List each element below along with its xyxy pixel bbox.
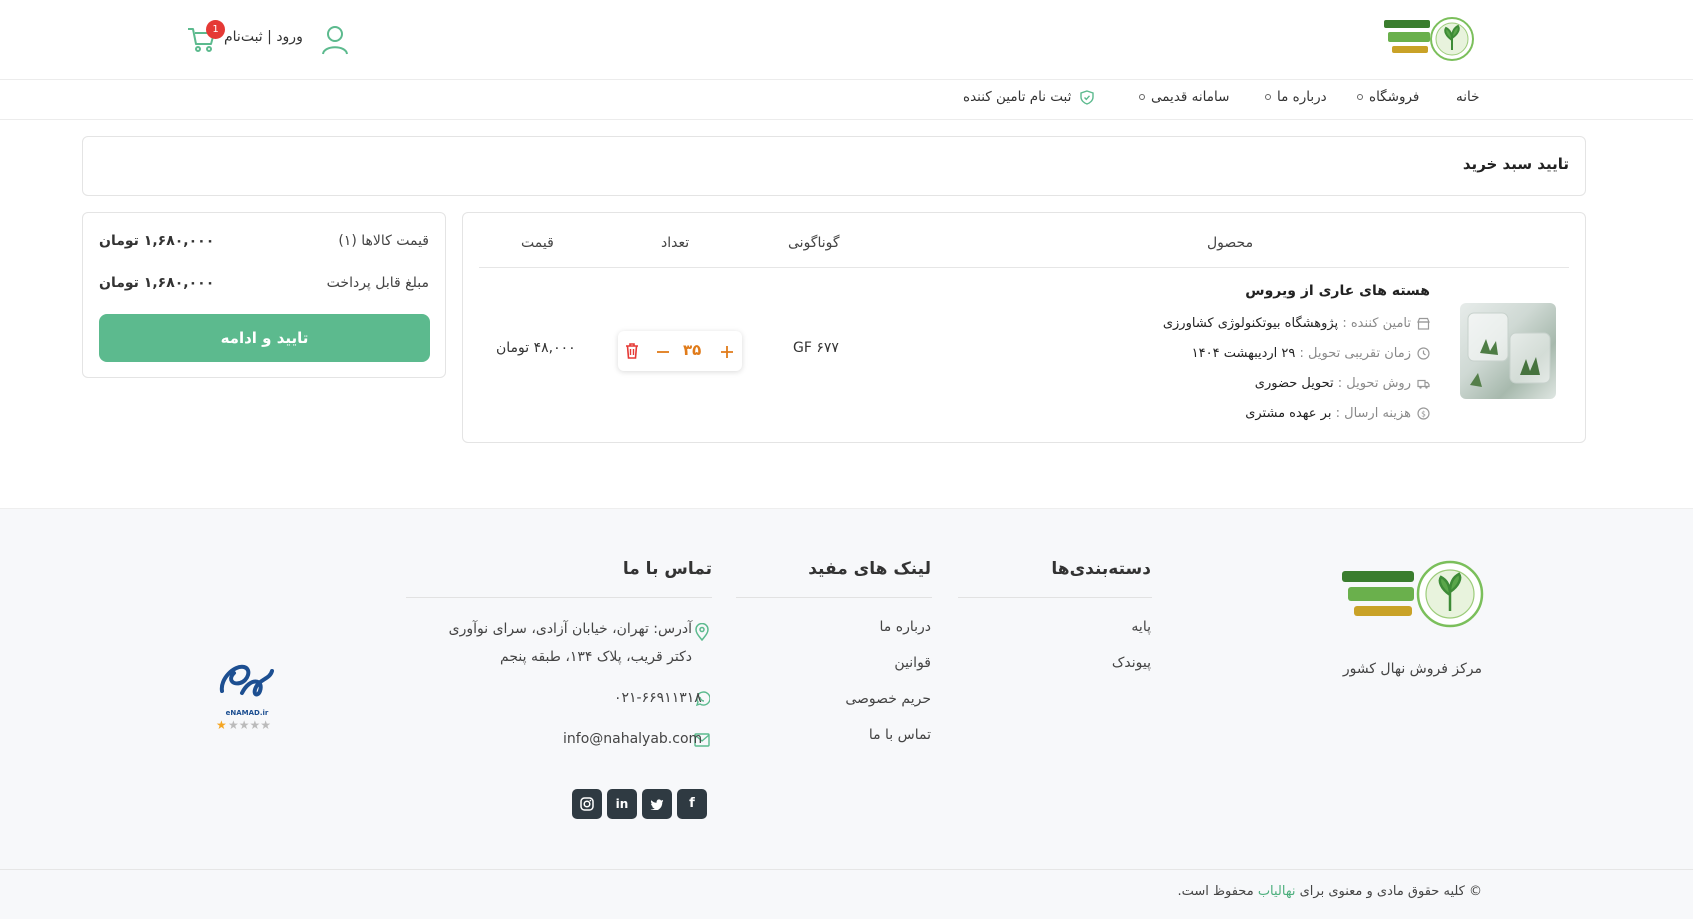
login-register-link[interactable]: ورود | ثبت‌نام: [224, 29, 303, 45]
minus-icon[interactable]: [656, 345, 670, 359]
footer-link-contact[interactable]: تماس با ما: [869, 727, 931, 743]
cart-count-badge: 1: [206, 20, 225, 39]
user-area: 1 ورود | ثبت‌نام: [186, 20, 354, 58]
svg-text:$: $: [1421, 409, 1426, 418]
instagram-icon[interactable]: [572, 789, 602, 819]
dollar-icon: $: [1417, 407, 1430, 420]
confirm-continue-button[interactable]: تایید و ادامه: [99, 314, 430, 362]
footer-address-line1: آدرس: تهران، خیابان آزادی، سرای نوآوری: [448, 621, 692, 637]
delivery-method-value: تحویل حضوری: [1254, 376, 1334, 391]
item-price: ۴۸,۰۰۰ تومان: [496, 340, 576, 356]
product-name[interactable]: هسته های عاری از ویروس: [1245, 283, 1430, 299]
column-header-price: قیمت: [521, 235, 554, 251]
dropdown-dot-icon: [1265, 94, 1271, 100]
store-icon: [1417, 317, 1430, 330]
footer-divider: [736, 597, 932, 598]
user-icon[interactable]: [320, 24, 352, 56]
column-header-product: محصول: [1207, 235, 1254, 251]
svg-text:★: ★: [216, 718, 227, 732]
brand-link[interactable]: نهالیاب: [1258, 884, 1296, 899]
footer-links-title: لینک های مفید: [808, 559, 931, 579]
footer-address-line2: دکتر قریب، پلاک ۱۳۴، طبقه پنجم: [500, 649, 692, 665]
order-summary: قیمت کالاها (۱) ۱,۶۸۰,۰۰۰ تومان مبلغ قاب…: [82, 212, 446, 378]
column-header-variant: گوناگونی: [788, 235, 840, 251]
footer-logo[interactable]: [1338, 559, 1484, 629]
dropdown-dot-icon: [1139, 94, 1145, 100]
dropdown-dot-icon: [1357, 94, 1363, 100]
footer-phone[interactable]: ۰۲۱-۶۶۹۱۱۳۱۸: [614, 690, 702, 706]
nav-item-shop[interactable]: فروشگاه: [1357, 89, 1419, 105]
nav-item-home[interactable]: خانه: [1456, 89, 1479, 105]
trash-icon[interactable]: [624, 342, 640, 360]
payable-value: ۱,۶۸۰,۰۰۰ تومان: [99, 275, 215, 291]
shield-icon: [1079, 89, 1094, 105]
delivery-time-row: زمان تقریبی تحویل : ۲۹ اردیبهشت ۱۴۰۴: [1192, 346, 1430, 361]
table-divider: [479, 267, 1569, 268]
site-logo[interactable]: [1382, 14, 1476, 64]
svg-text:★★★★: ★★★★: [228, 718, 271, 732]
delivery-time-value: ۲۹ اردیبهشت ۱۴۰۴: [1191, 346, 1296, 361]
footer-contact-title: تماس با ما: [622, 559, 712, 579]
delivery-method-row: روش تحویل : تحویل حضوری: [1255, 376, 1430, 391]
footer-link-rules[interactable]: قوانین: [894, 655, 931, 671]
cart-icon[interactable]: 1: [186, 20, 225, 56]
truck-icon: [1417, 379, 1430, 389]
site-header: 1 ورود | ثبت‌نام: [0, 0, 1693, 80]
items-price-value: ۱,۶۸۰,۰۰۰ تومان: [99, 233, 215, 249]
column-header-quantity: تعداد: [661, 235, 690, 251]
payable-label: مبلغ قابل پرداخت: [326, 275, 429, 291]
nav-item-supplier-signup[interactable]: ثبت نام تامین کننده: [963, 89, 1094, 105]
footer-email[interactable]: info@nahalyab.com: [563, 731, 702, 747]
site-footer: مرکز فروش نهال کشور دسته‌بندی‌ها پایه پی…: [0, 508, 1693, 919]
footer-categories-title: دسته‌بندی‌ها: [1051, 559, 1151, 579]
copyright-divider: [0, 869, 1693, 870]
location-icon: [695, 623, 709, 641]
footer-link-about[interactable]: درباره ما: [880, 619, 931, 635]
shipping-cost-row: $ هزینه ارسال : بر عهده مشتری: [1245, 406, 1430, 421]
shipping-cost-value: بر عهده مشتری: [1245, 406, 1332, 421]
clock-icon: [1417, 347, 1430, 360]
facebook-icon[interactable]: f: [677, 789, 707, 819]
plus-icon[interactable]: [720, 345, 734, 359]
enamad-badge[interactable]: eNAMAD.ir ★ ★★★★: [212, 649, 282, 739]
linkedin-icon[interactable]: in: [607, 789, 637, 819]
footer-divider: [406, 597, 712, 598]
footer-brand-caption: مرکز فروش نهال کشور: [1342, 661, 1482, 677]
copyright-text: © کلیه حقوق مادی و معنوی برای نهالیاب مح…: [1177, 884, 1482, 899]
twitter-icon[interactable]: [642, 789, 672, 819]
cart-table: محصول گوناگونی تعداد قیمت هسته های عاری …: [462, 212, 1586, 443]
svg-text:eNAMAD.ir: eNAMAD.ir: [226, 709, 269, 717]
page-title-panel: تایید سبد خرید: [82, 136, 1586, 196]
footer-divider: [958, 597, 1152, 598]
quantity-stepper[interactable]: ۳۵: [618, 331, 742, 371]
page-title: تایید سبد خرید: [1462, 155, 1569, 173]
nav-item-about[interactable]: درباره ما: [1265, 89, 1327, 105]
variant-value: GF ۶۷۷: [793, 340, 839, 356]
nav-item-old-system[interactable]: سامانه قدیمی: [1139, 89, 1229, 105]
main-nav: خانه فروشگاه درباره ما سامانه قدیمی ثبت …: [0, 80, 1693, 120]
footer-category-link[interactable]: پایه: [1131, 619, 1151, 635]
supplier-value: پژوهشگاه بیوتکنولوژی کشاورزی: [1162, 316, 1339, 331]
footer-category-link[interactable]: پیوندک: [1112, 655, 1151, 671]
quantity-value: ۳۵: [683, 341, 702, 359]
footer-link-privacy[interactable]: حریم خصوصی: [845, 691, 931, 707]
product-thumbnail[interactable]: [1460, 303, 1556, 399]
items-price-label: قیمت کالاها (۱): [338, 233, 429, 249]
supplier-row: تامین کننده : پژوهشگاه بیوتکنولوژی کشاور…: [1163, 316, 1430, 331]
